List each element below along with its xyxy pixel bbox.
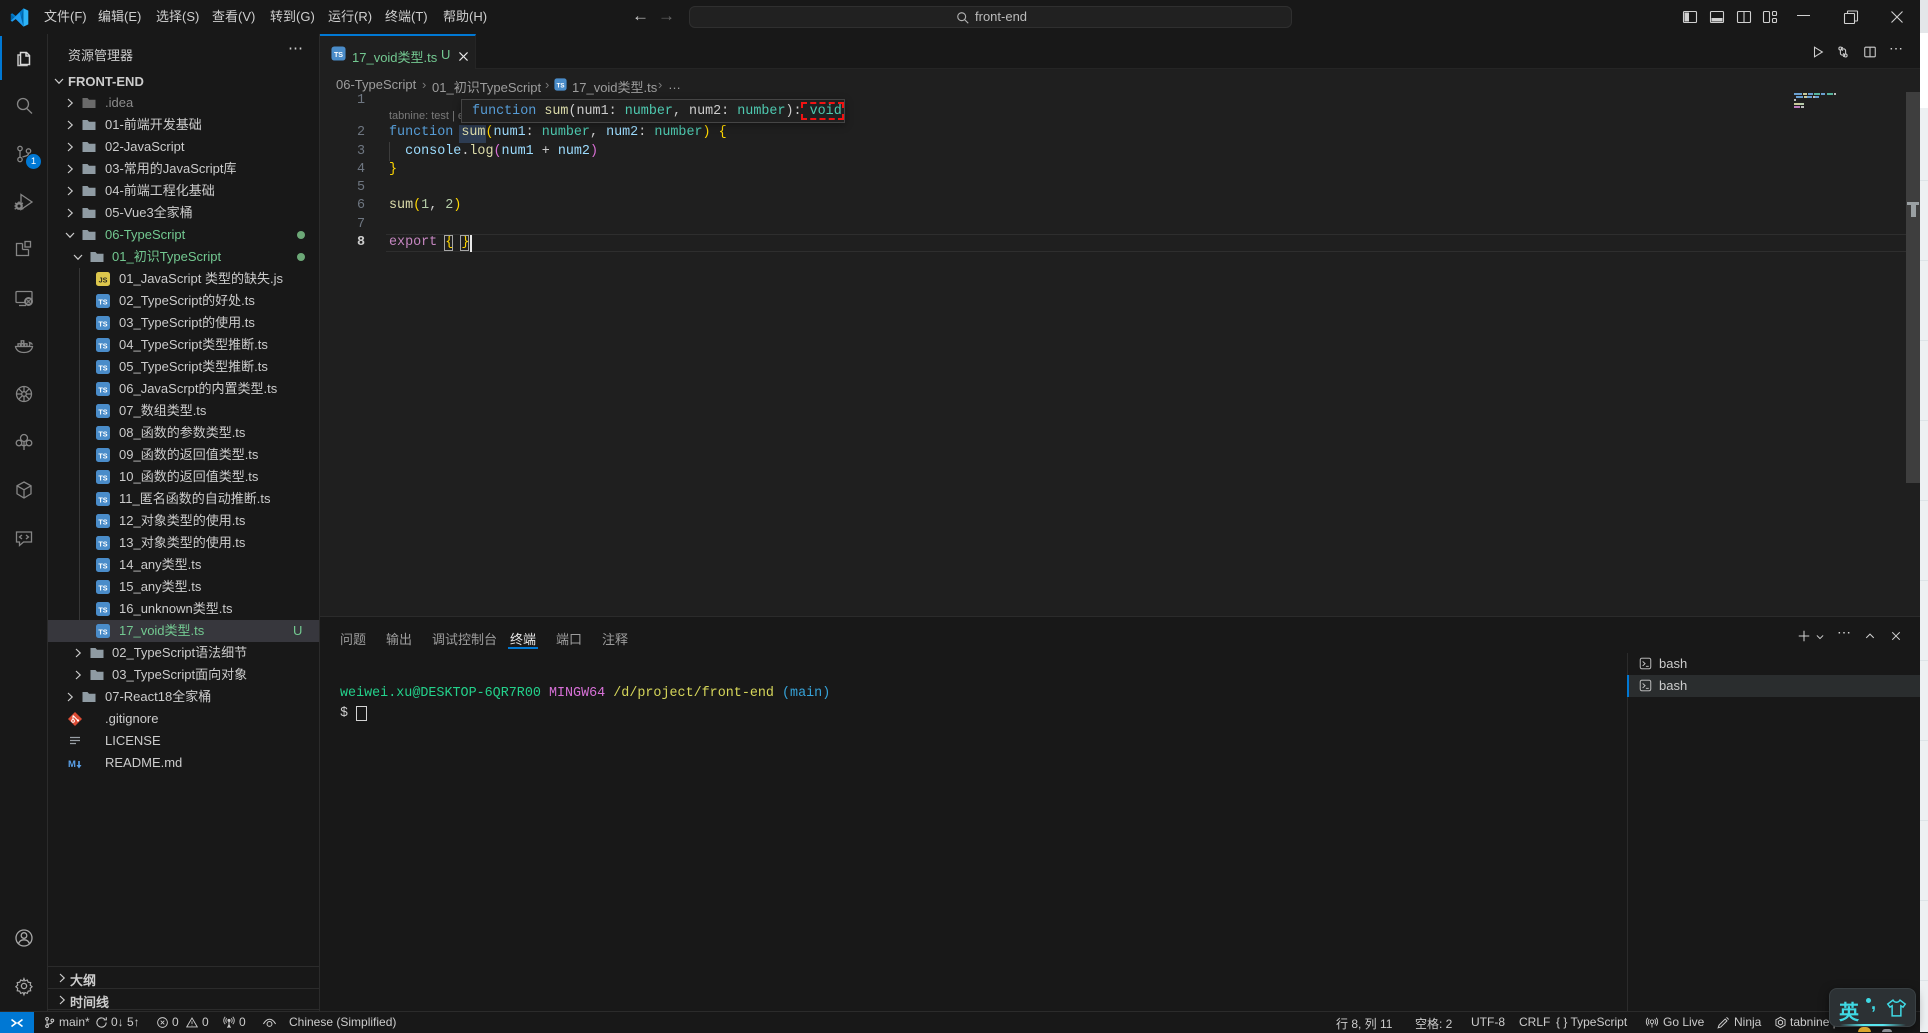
svg-text:TS: TS <box>98 408 107 417</box>
svg-text:JS: JS <box>99 276 108 285</box>
svg-text:M: M <box>68 759 76 770</box>
svg-text:TS: TS <box>98 364 107 373</box>
svg-text:TS: TS <box>334 51 343 59</box>
svg-text:TS: TS <box>98 518 107 527</box>
svg-text:TS: TS <box>98 320 107 329</box>
svg-text:TS: TS <box>98 584 107 593</box>
svg-text:TS: TS <box>98 562 107 571</box>
svg-text:TS: TS <box>98 386 107 395</box>
svg-text:TS: TS <box>98 342 107 351</box>
svg-text:TS: TS <box>98 452 107 461</box>
svg-text:TS: TS <box>98 540 107 549</box>
svg-text:TS: TS <box>98 430 107 439</box>
svg-text:TS: TS <box>98 606 107 615</box>
svg-text:TS: TS <box>98 628 107 637</box>
svg-text:TS: TS <box>98 474 107 483</box>
svg-text:TS: TS <box>557 83 565 90</box>
svg-text:TS: TS <box>98 496 107 505</box>
svg-text:TS: TS <box>98 298 107 307</box>
